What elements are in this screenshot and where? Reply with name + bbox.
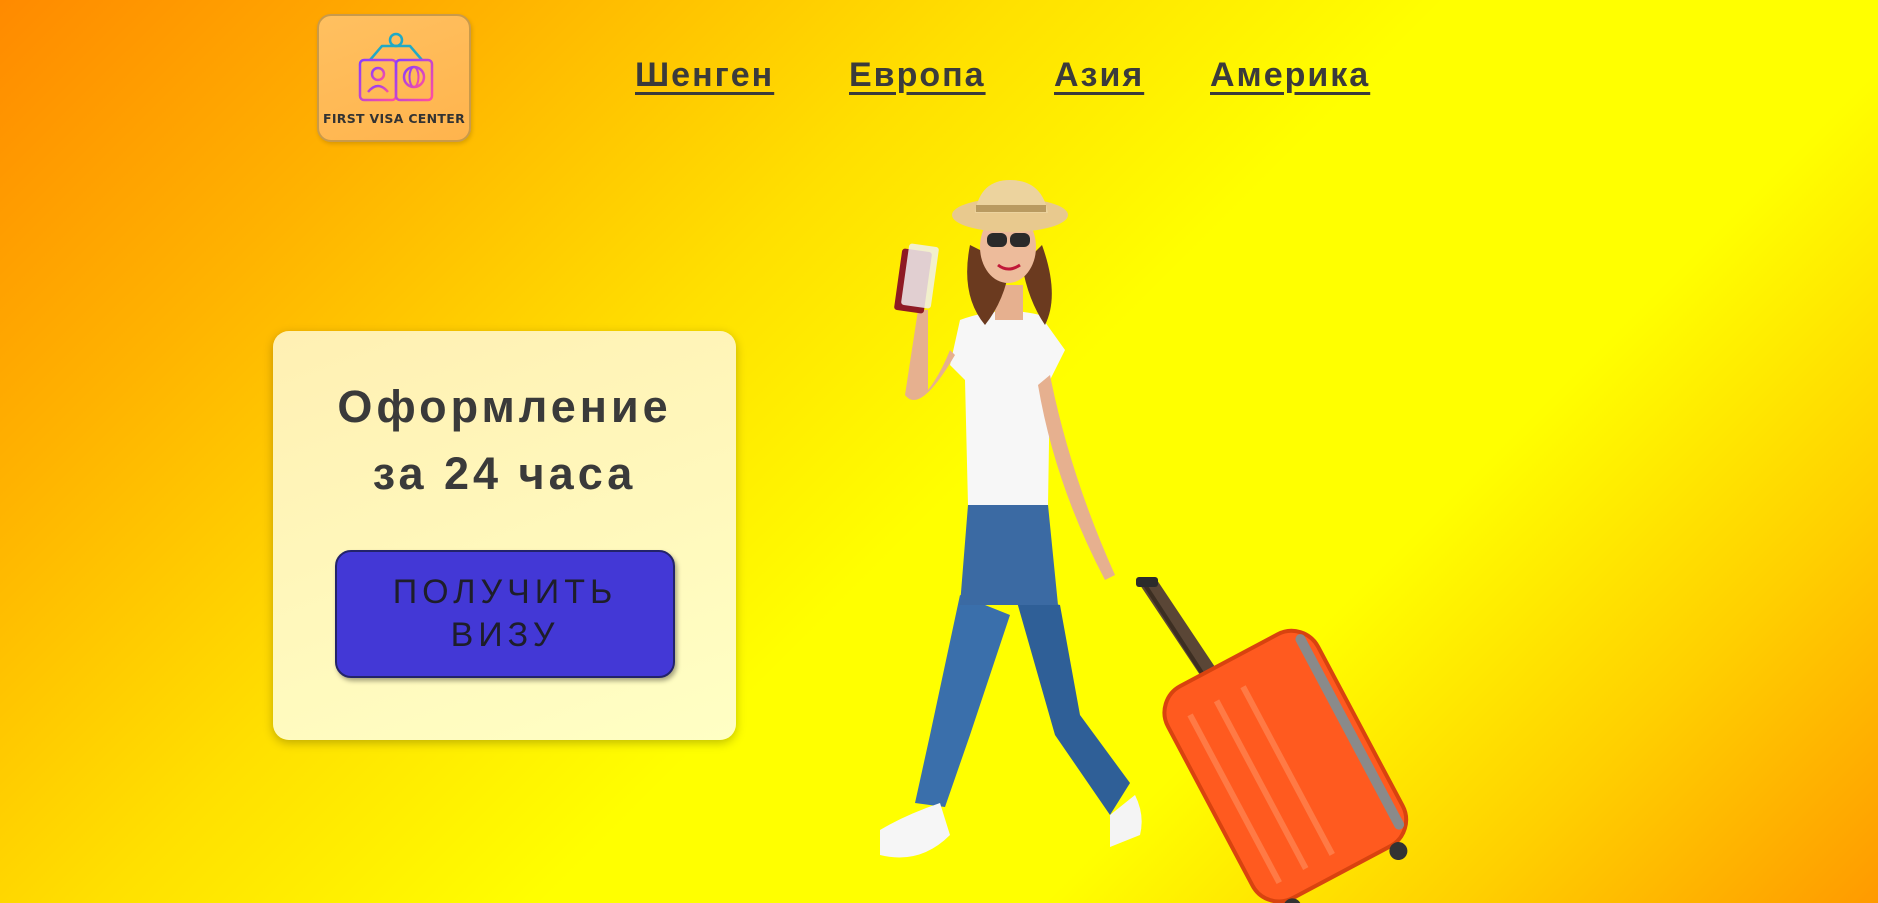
hero-title-line1: Оформление [337,381,672,432]
nav-link-schengen[interactable]: Шенген [635,56,774,95]
traveler-with-suitcase-image [880,180,1409,903]
hero-card: Оформление за 24 часа ПОЛУЧИТЬ ВИЗУ [273,331,736,740]
logo-text: FIRST VISA CENTER [322,111,465,126]
hero-title: Оформление за 24 часа [273,373,736,507]
logo[interactable]: FIRST VISA CENTER [317,14,471,142]
nav-link-america[interactable]: Америка [1210,56,1370,95]
nav-link-europe[interactable]: Европа [849,56,986,95]
hero-title-line2: за 24 часа [372,448,637,499]
nav-link-asia[interactable]: Азия [1054,56,1144,95]
get-visa-button[interactable]: ПОЛУЧИТЬ ВИЗУ [335,550,675,678]
passport-globe-icon [358,32,434,102]
